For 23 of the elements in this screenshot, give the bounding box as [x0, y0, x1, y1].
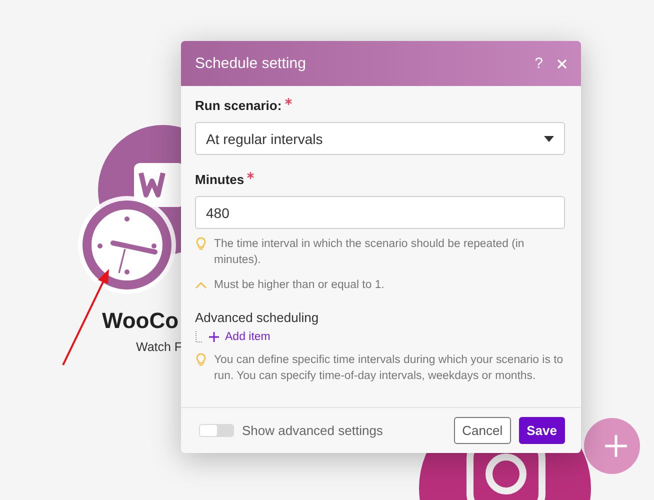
dialog-title: Schedule setting	[195, 55, 307, 72]
lightbulb-icon	[195, 353, 207, 367]
advanced-settings-toggle[interactable]	[199, 424, 234, 437]
plus-icon	[209, 332, 219, 342]
cancel-button[interactable]: Cancel	[454, 417, 511, 444]
field-label: Minutes	[195, 172, 244, 187]
hint-text: The time interval in which the scenario should be repeated (in minutes).	[214, 237, 526, 268]
toggle-label: Show advanced settings	[242, 423, 384, 438]
validation-text: Must be higher than or equal to 1.	[214, 278, 386, 293]
field-label: Run scenario:	[195, 98, 282, 113]
save-button[interactable]: Save	[518, 417, 565, 444]
caret-icon	[544, 136, 554, 142]
close-icon[interactable]	[557, 58, 567, 68]
run-scenario-select[interactable]: At regular intervals	[195, 122, 565, 155]
lightbulb-icon	[195, 237, 207, 251]
section-title: Advanced scheduling	[195, 310, 320, 325]
add-module-icon[interactable]	[584, 418, 640, 474]
add-item-link[interactable]: Add item	[209, 331, 270, 343]
tree-line-icon	[195, 331, 203, 343]
module-title: WooCo	[102, 308, 179, 334]
clock-icon[interactable]	[78, 196, 176, 294]
hint-text: You can define specific time intervals during which your scenario is to run. You can specify time-of-day intervals, weekdays or months.	[214, 353, 564, 384]
minutes-input[interactable]: 480	[195, 196, 565, 229]
